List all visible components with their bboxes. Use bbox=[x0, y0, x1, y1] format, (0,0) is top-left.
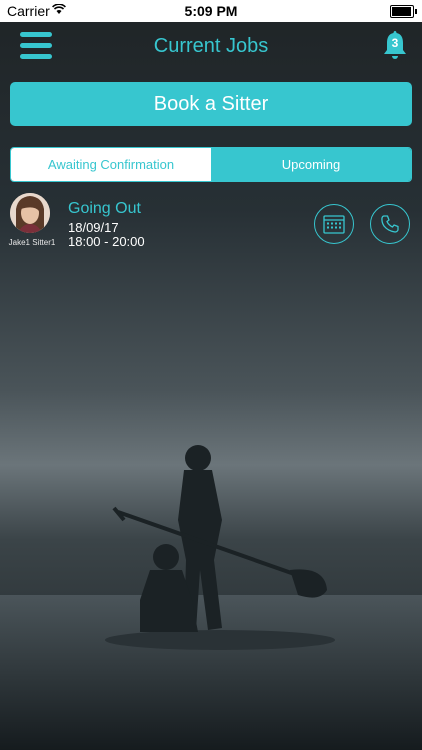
notification-count-badge: 3 bbox=[391, 36, 399, 50]
phone-icon bbox=[381, 215, 399, 233]
calendar-icon bbox=[323, 215, 345, 234]
sitter-name: Jake1 Sitter1 bbox=[8, 238, 56, 247]
page-title: Current Jobs bbox=[153, 35, 269, 57]
status-bar: Carrier 5:09 PM bbox=[0, 0, 422, 22]
app-header: Current Jobs 3 bbox=[0, 22, 422, 72]
tab-upcoming[interactable]: Upcoming bbox=[211, 148, 411, 181]
job-date: 18/09/17 bbox=[68, 220, 119, 235]
status-time: 5:09 PM bbox=[184, 3, 238, 19]
job-status-tabs: Awaiting Confirmation Upcoming bbox=[10, 147, 412, 182]
job-list-item[interactable]: Jake1 Sitter1 Going Out 18/09/17 18:00 -… bbox=[0, 190, 422, 250]
call-button[interactable] bbox=[370, 204, 410, 244]
sitter-avatar bbox=[10, 193, 50, 233]
book-a-sitter-button[interactable]: Book a Sitter bbox=[10, 82, 412, 126]
job-time: 18:00 - 20:00 bbox=[68, 234, 145, 249]
job-title: Going Out bbox=[68, 200, 141, 217]
notifications-button[interactable]: 3 bbox=[382, 30, 408, 60]
sitter-photo bbox=[10, 193, 50, 233]
calendar-button[interactable] bbox=[314, 204, 354, 244]
battery-icon bbox=[390, 5, 417, 18]
tab-awaiting-confirmation[interactable]: Awaiting Confirmation bbox=[11, 148, 211, 181]
